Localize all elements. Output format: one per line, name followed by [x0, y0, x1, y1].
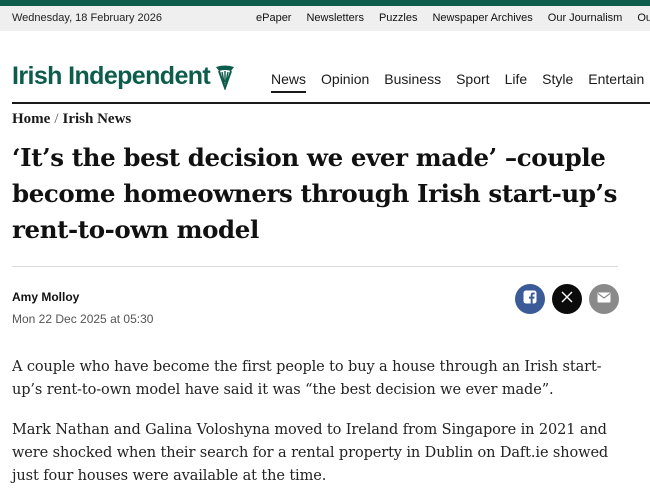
article-paragraph: Mark Nathan and Galina Voloshyna moved t… [12, 422, 609, 484]
breadcrumb-separator: / [54, 111, 59, 127]
article-headline: ‘It’s the best decision we ever made’ –c… [12, 143, 618, 244]
nav-item-news[interactable]: News [271, 71, 307, 93]
share-facebook-button[interactable] [515, 284, 545, 314]
main-nav: News Opinion Business Sport Life Style E… [271, 71, 644, 93]
utility-link-our-journalism[interactable]: Our Journalism [548, 12, 623, 24]
utility-links: ePaper Newsletters Puzzles Newspaper Arc… [256, 12, 650, 24]
utility-bar: Wednesday, 18 February 2026 ePaper Newsl… [0, 6, 650, 31]
current-date: Wednesday, 18 February 2026 [12, 12, 163, 24]
nav-item-business[interactable]: Business [384, 71, 441, 93]
utility-link-our-s[interactable]: Our S [637, 12, 650, 24]
utility-link-epaper[interactable]: ePaper [256, 12, 291, 24]
author-name[interactable]: Amy Molloy [12, 290, 79, 304]
share-x-button[interactable] [552, 284, 582, 314]
harp-icon [214, 64, 236, 91]
logo-text: Irish Independent [12, 62, 211, 90]
utility-link-newsletters[interactable]: Newsletters [306, 12, 363, 24]
x-icon [561, 290, 573, 308]
facebook-icon [523, 290, 537, 309]
nav-item-entertainment[interactable]: Entertain [588, 71, 644, 93]
utility-link-newspaper-archives[interactable]: Newspaper Archives [432, 12, 532, 24]
breadcrumb: Home / Irish News [12, 111, 131, 128]
nav-item-style[interactable]: Style [542, 71, 573, 93]
breadcrumb-irish-news[interactable]: Irish News [63, 111, 132, 127]
publish-date: Mon 22 Dec 2025 at 05:30 [12, 312, 154, 326]
share-email-button[interactable] [589, 284, 619, 314]
nav-item-opinion[interactable]: Opinion [321, 71, 369, 93]
nav-item-sport[interactable]: Sport [456, 71, 489, 93]
breadcrumb-home[interactable]: Home [12, 111, 50, 127]
masthead: Irish Independent News Opinion Business … [0, 58, 650, 102]
masthead-divider [12, 102, 650, 104]
headline-divider [12, 266, 618, 267]
site-logo[interactable]: Irish Independent [12, 62, 236, 91]
utility-link-puzzles[interactable]: Puzzles [379, 12, 418, 24]
article-paragraph: A couple who have become the first peopl… [12, 359, 602, 398]
nav-item-life[interactable]: Life [505, 71, 528, 93]
mail-icon [597, 290, 611, 308]
